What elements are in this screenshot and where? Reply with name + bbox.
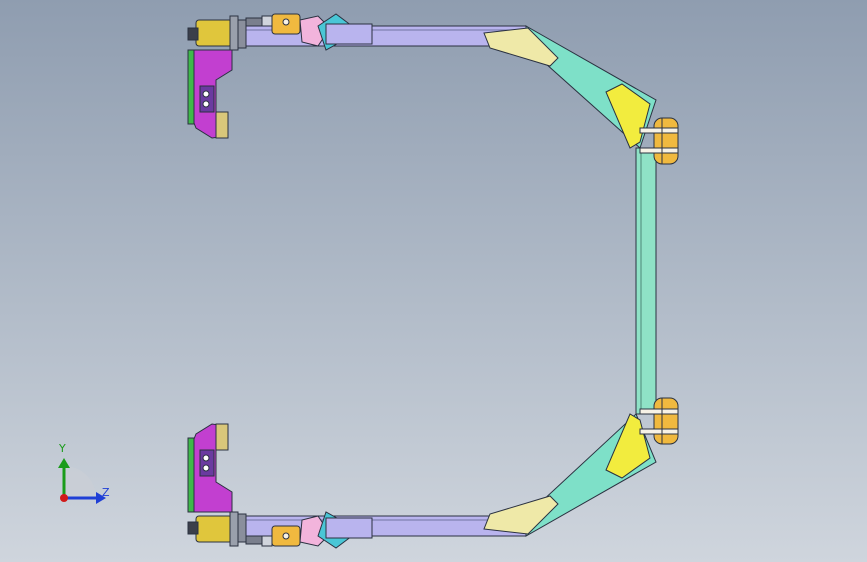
bottom-wear-pad[interactable] bbox=[483, 495, 559, 535]
orientation-triad bbox=[58, 458, 106, 504]
u-frame[interactable] bbox=[244, 25, 657, 537]
triad-y-label: Y bbox=[59, 442, 66, 455]
bottom-clamp-unit[interactable] bbox=[187, 423, 239, 547]
vertical-tube[interactable] bbox=[635, 147, 657, 415]
top-wear-pad[interactable] bbox=[483, 27, 559, 67]
graphics-viewport[interactable]: Y Z bbox=[0, 0, 867, 562]
top-clamp-unit[interactable] bbox=[187, 15, 239, 139]
triad-z-label: Z bbox=[102, 486, 110, 499]
fixture-model[interactable] bbox=[0, 0, 867, 562]
